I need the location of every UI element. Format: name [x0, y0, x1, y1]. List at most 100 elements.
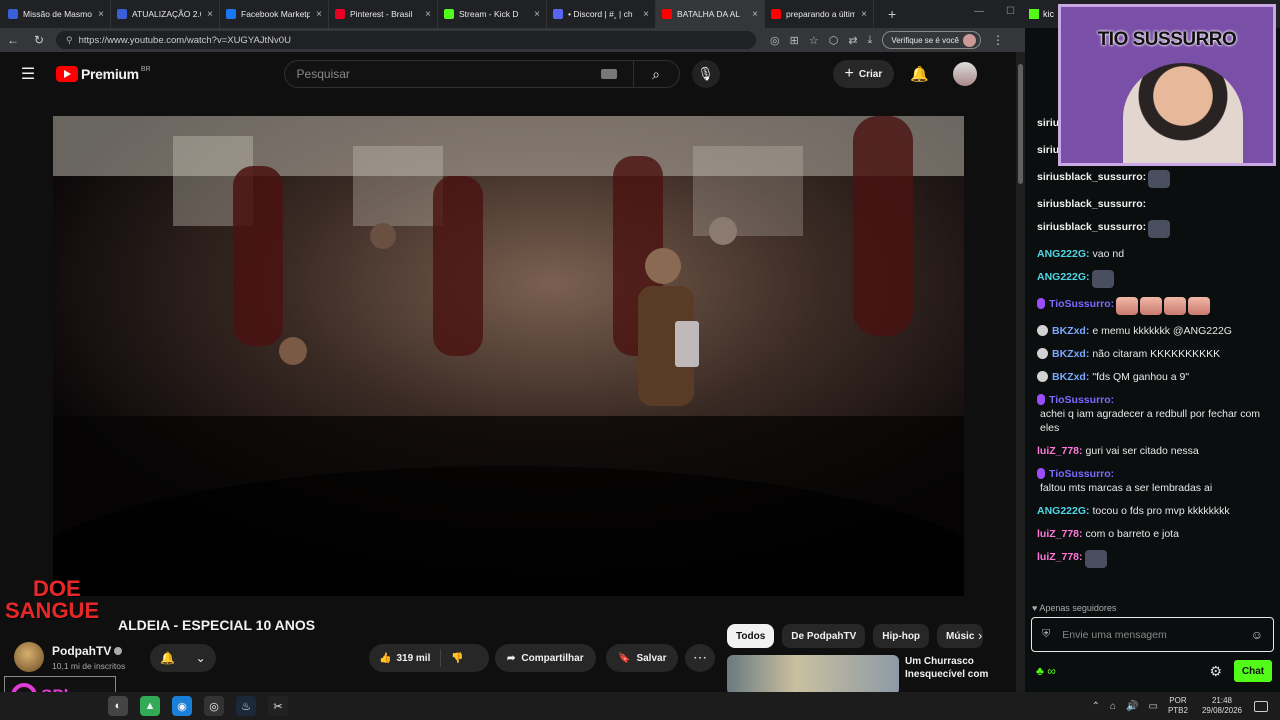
- recommended-video[interactable]: Um Churrasco Inesquecível com: [727, 655, 995, 692]
- verify-profile-button[interactable]: Verifique se é você: [882, 31, 982, 49]
- chat-username[interactable]: BKZxd:: [1052, 347, 1089, 361]
- chat-username[interactable]: luiZ_778:: [1037, 550, 1083, 564]
- filter-chip[interactable]: Músic: [937, 624, 984, 648]
- app-icon-1[interactable]: ◐: [108, 696, 128, 716]
- sync-icon[interactable]: ⇄: [848, 34, 857, 47]
- chat-username[interactable]: TioSussurro:: [1049, 297, 1114, 311]
- emote-icon: [1091, 270, 1114, 288]
- browser-tab[interactable]: BATALHA DA AL ×: [656, 0, 765, 28]
- page-scrollbar[interactable]: [1016, 52, 1025, 692]
- minimize-icon[interactable]: —: [974, 6, 984, 17]
- save-button[interactable]: 🔖 Salvar: [606, 644, 679, 672]
- search-input[interactable]: Pesquisar: [297, 67, 350, 81]
- chat-username[interactable]: luiZ_778:: [1037, 527, 1083, 541]
- chat-username[interactable]: ANG222G:: [1037, 504, 1090, 518]
- notifications-bell-icon[interactable]: 🔔: [910, 65, 929, 83]
- browser-tab[interactable]: Stream - Kick D ×: [438, 0, 547, 28]
- infinity-icon[interactable]: ♣ ∞: [1036, 664, 1056, 678]
- chat-username[interactable]: luiZ_778:: [1037, 444, 1083, 458]
- notification-icon[interactable]: [1254, 700, 1268, 712]
- chrome-browser-icon[interactable]: ◎: [204, 696, 224, 716]
- browser-tab[interactable]: Missão de Masmorr ×: [2, 0, 111, 28]
- chat-text: "fds QM ganhou a 9": [1092, 371, 1190, 383]
- chat-username[interactable]: siriusblack_sussurro:: [1037, 197, 1146, 211]
- share-button[interactable]: ➦ Compartilhar: [495, 644, 596, 672]
- edge-browser-icon[interactable]: ◉: [172, 696, 192, 716]
- filter-chip[interactable]: Hip-hop: [873, 624, 930, 648]
- browser-tab[interactable]: • Discord | #¸ | ch ×: [547, 0, 656, 28]
- app-icon-2[interactable]: ▲: [140, 696, 160, 716]
- tab-close-icon[interactable]: ×: [207, 9, 213, 20]
- browser-tab[interactable]: preparando a última ×: [765, 0, 874, 28]
- scrollbar-thumb[interactable]: [1018, 64, 1023, 184]
- youtube-logo[interactable]: Premium BR: [56, 66, 151, 82]
- input-language[interactable]: POR PTB2: [1168, 696, 1188, 716]
- system-clock[interactable]: 21:48 29/08/2026: [1202, 696, 1242, 716]
- tab-close-icon[interactable]: ×: [752, 9, 758, 20]
- chevron-right-icon[interactable]: ›: [978, 628, 982, 643]
- network-icon[interactable]: ⌂: [1110, 701, 1116, 712]
- tab-favicon-icon: [8, 9, 18, 19]
- more-actions-button[interactable]: ⋯: [685, 644, 715, 672]
- display-icon[interactable]: ▭: [1148, 701, 1157, 712]
- search-button[interactable]: ⌕: [632, 60, 679, 88]
- keyboard-icon[interactable]: [600, 69, 617, 79]
- chat-username[interactable]: siriusblack_sussurro:: [1037, 220, 1146, 234]
- chat-username[interactable]: TioSussurro:: [1049, 467, 1114, 481]
- send-chat-button[interactable]: Chat: [1234, 660, 1272, 682]
- channel-info[interactable]: PodpahTV 10,1 mi de inscritos: [14, 642, 125, 672]
- account-avatar[interactable]: [952, 62, 977, 86]
- like-button[interactable]: 👍 319 mil: [369, 649, 442, 667]
- chat-username[interactable]: siriusblack_sussurro:: [1037, 170, 1146, 184]
- tab-title: Facebook Marketpla: [241, 9, 310, 19]
- create-button[interactable]: + Criar: [832, 60, 895, 88]
- tab-close-icon[interactable]: ×: [98, 9, 104, 20]
- site-info-icon[interactable]: ⚲: [66, 35, 73, 46]
- tab-close-icon[interactable]: ×: [425, 9, 431, 20]
- maximize-icon[interactable]: ☐: [1006, 6, 1015, 17]
- tab-close-icon[interactable]: ×: [316, 9, 322, 20]
- chat-username[interactable]: ANG222G:: [1037, 270, 1090, 284]
- capcut-icon[interactable]: ✂: [268, 696, 288, 716]
- chat-username[interactable]: ANG222G:: [1037, 247, 1090, 261]
- window-controls[interactable]: — ☐: [964, 0, 1025, 23]
- extensions-icon[interactable]: ⬡: [829, 34, 839, 47]
- browser-tab[interactable]: Facebook Marketpla ×: [220, 0, 329, 28]
- tab-close-icon[interactable]: ×: [861, 9, 867, 20]
- new-tab-button[interactable]: +: [888, 6, 896, 22]
- tab-close-icon[interactable]: ×: [643, 9, 649, 20]
- eye-off-icon[interactable]: ◎: [770, 34, 780, 47]
- volume-icon[interactable]: 🔊: [1126, 701, 1138, 712]
- steam-icon[interactable]: ♨: [236, 696, 256, 716]
- dislike-button[interactable]: 👎: [441, 653, 473, 664]
- menu-icon[interactable]: ☰: [0, 64, 56, 84]
- url-field[interactable]: ⚲ https://www.youtube.com/watch?v=XUGYAJ…: [56, 31, 756, 49]
- emoji-icon[interactable]: ☺: [1251, 628, 1263, 642]
- gear-icon[interactable]: ⚙: [1209, 663, 1222, 680]
- chat-username[interactable]: TioSussurro:: [1049, 393, 1114, 407]
- recommended-title[interactable]: Um Churrasco Inesquecível com: [905, 655, 995, 692]
- download-icon[interactable]: ⤓: [868, 34, 873, 47]
- clock-date: 29/08/2026: [1201, 706, 1242, 715]
- browser-tab[interactable]: ATUALIZAÇÃO 2.0 [×: [111, 0, 220, 28]
- chat-input[interactable]: ⛨ Envie uma mensagem ☺: [1031, 617, 1274, 652]
- browser-tab[interactable]: Pinterest - Brasil ×: [329, 0, 438, 28]
- video-player[interactable]: [53, 116, 964, 596]
- reload-icon[interactable]: ↻: [26, 33, 52, 47]
- tray-chevron-icon[interactable]: ⌃: [1092, 701, 1100, 712]
- channel-name[interactable]: PodpahTV: [52, 644, 125, 658]
- bookmark-star-icon[interactable]: ☆: [809, 34, 819, 47]
- filter-chip[interactable]: De PodpahTV: [782, 624, 866, 648]
- filter-chip[interactable]: Todos: [727, 624, 775, 648]
- browser-menu-icon[interactable]: ⋮: [985, 33, 1011, 47]
- chat-username[interactable]: BKZxd:: [1052, 370, 1089, 384]
- back-icon[interactable]: ←: [0, 33, 26, 47]
- chat-text: e memu kkkkkkk @ANG222G: [1092, 325, 1232, 337]
- app-install-icon[interactable]: ⊞: [790, 34, 799, 47]
- channel-avatar[interactable]: [14, 642, 44, 672]
- recommended-thumbnail[interactable]: [727, 655, 899, 692]
- voice-search-button[interactable]: 🎙: [691, 60, 720, 88]
- tab-close-icon[interactable]: ×: [534, 9, 540, 20]
- subscription-bell-button[interactable]: 🔔 ⌄: [150, 644, 216, 672]
- chat-username[interactable]: BKZxd:: [1052, 324, 1089, 338]
